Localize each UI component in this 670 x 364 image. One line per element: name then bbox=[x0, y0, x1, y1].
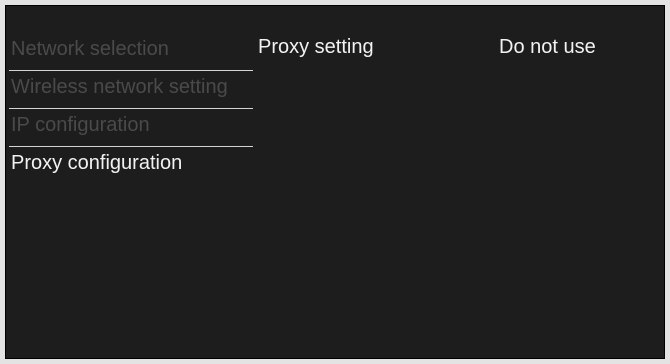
network-menu: Network selection Wireless network setti… bbox=[9, 33, 253, 185]
menu-item-wireless-network-setting[interactable]: Wireless network setting bbox=[9, 71, 253, 109]
proxy-setting-label[interactable]: Proxy setting bbox=[258, 34, 374, 60]
network-settings-screen: Network selection Wireless network setti… bbox=[5, 5, 665, 359]
menu-item-proxy-configuration[interactable]: Proxy configuration bbox=[9, 147, 253, 185]
menu-item-ip-configuration[interactable]: IP configuration bbox=[9, 109, 253, 147]
proxy-setting-value[interactable]: Do not use bbox=[499, 34, 596, 60]
menu-item-network-selection[interactable]: Network selection bbox=[9, 33, 253, 71]
